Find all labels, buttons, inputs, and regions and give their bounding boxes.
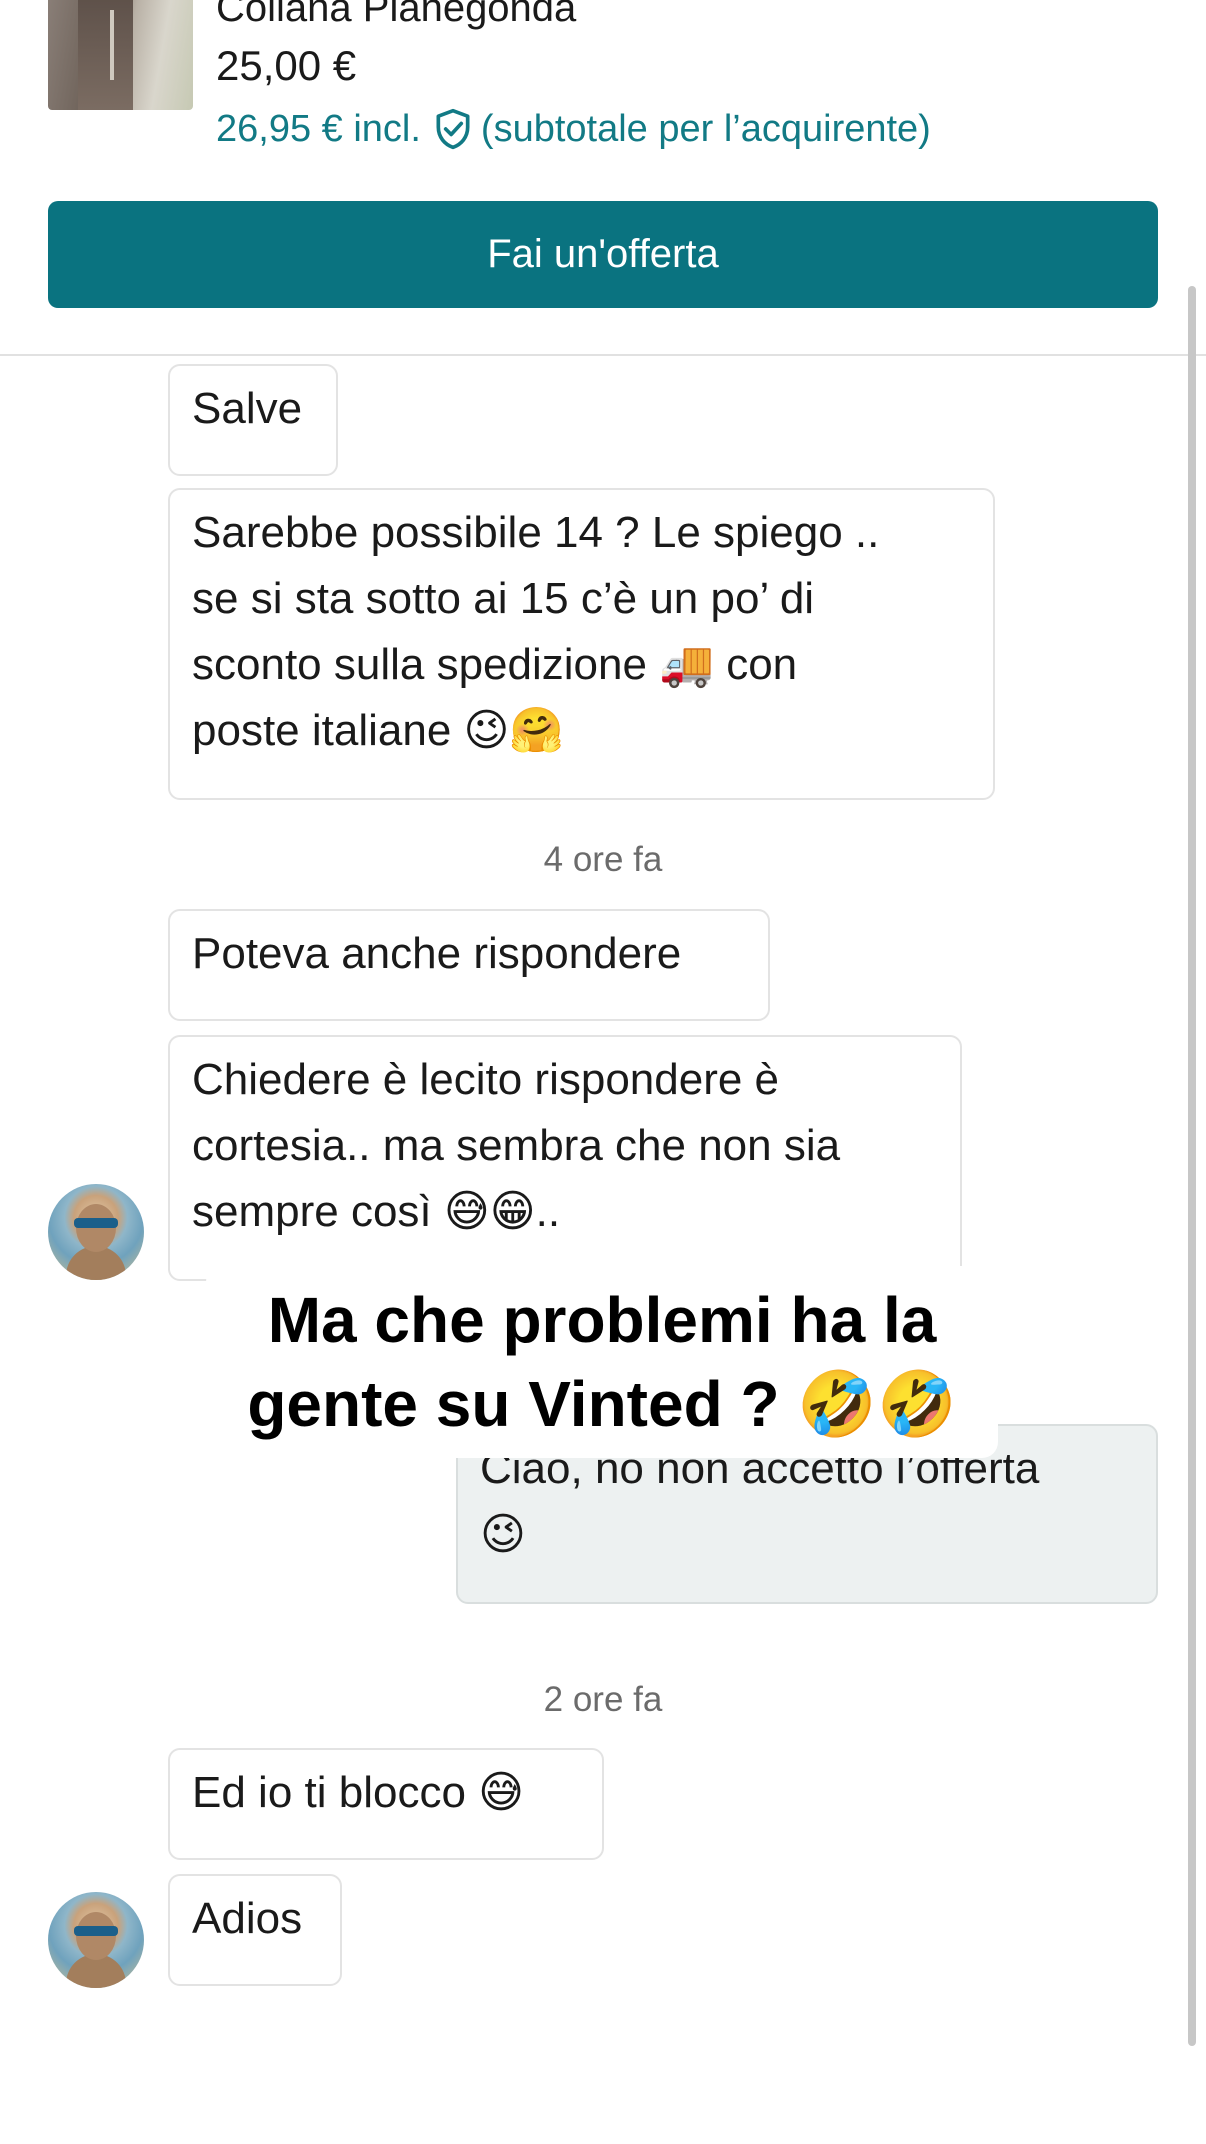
message-timestamp: 4 ore fa — [543, 840, 663, 879]
avatar-face — [76, 1204, 116, 1252]
message-line: sempre così 😅😁.. — [192, 1187, 561, 1236]
price-incl: 26,95 € incl. — [216, 107, 421, 150]
product-thumbnail[interactable] — [48, 0, 193, 110]
make-offer-button[interactable]: Fai un'offerta — [48, 201, 1158, 308]
message-bubble[interactable]: Poteva anche rispondere — [168, 909, 770, 1021]
message-bubble[interactable]: Adios — [168, 1874, 342, 1986]
message-bubble[interactable]: Ed io ti blocco 😅 — [168, 1748, 604, 1860]
buyer-subtotal[interactable]: 26,95 € incl. (subtotale per l’acquirent… — [216, 106, 931, 152]
overlay-caption: Ma che problemi ha la gente su Vinted ? … — [206, 1266, 998, 1458]
message-bubble[interactable]: Salve — [168, 364, 338, 476]
message-bubble[interactable]: Sarebbe possibile 14 ? Le spiego .. se s… — [168, 488, 995, 800]
product-photo-chain — [110, 10, 114, 80]
avatar[interactable] — [48, 1892, 144, 1988]
product-photo-band — [78, 0, 133, 110]
message-line: Chiedere è lecito rispondere è — [192, 1055, 780, 1104]
message-line: se si sta sotto ai 15 c’è un po’ di — [192, 574, 815, 623]
message-bubble[interactable]: Chiedere è lecito rispondere è cortesia.… — [168, 1035, 962, 1281]
message-text: Salve — [192, 384, 303, 433]
avatar-glasses — [74, 1218, 118, 1228]
message-line: 😉 — [480, 1510, 526, 1559]
message-timestamp: 2 ore fa — [543, 1680, 663, 1719]
message-line: cortesia.. ma sembra che non sia — [192, 1121, 841, 1170]
caption-line: Ma che problemi ha la — [267, 1284, 937, 1356]
shield-check-icon — [436, 108, 470, 150]
avatar[interactable] — [48, 1184, 144, 1280]
avatar-glasses — [74, 1926, 118, 1936]
product-title[interactable]: Collana Pianegonda — [216, 0, 576, 31]
message-line: Sarebbe possibile 14 ? Le spiego .. — [192, 508, 880, 557]
product-price: 25,00 € — [216, 42, 357, 89]
header-divider — [0, 354, 1206, 356]
message-text: Ed io ti blocco 😅 — [192, 1768, 525, 1817]
message-line: poste italiane 😉🤗 — [192, 706, 565, 755]
caption-line: gente su Vinted ? 🤣🤣 — [247, 1368, 957, 1440]
message-text: Adios — [192, 1894, 303, 1943]
message-line: sconto sulla spedizione 🚚 con — [192, 640, 798, 689]
price-incl-note: (subtotale per l’acquirente) — [480, 107, 931, 150]
avatar-face — [76, 1912, 116, 1960]
message-text: Poteva anche rispondere — [192, 929, 682, 978]
scrollbar[interactable] — [1188, 286, 1196, 2046]
